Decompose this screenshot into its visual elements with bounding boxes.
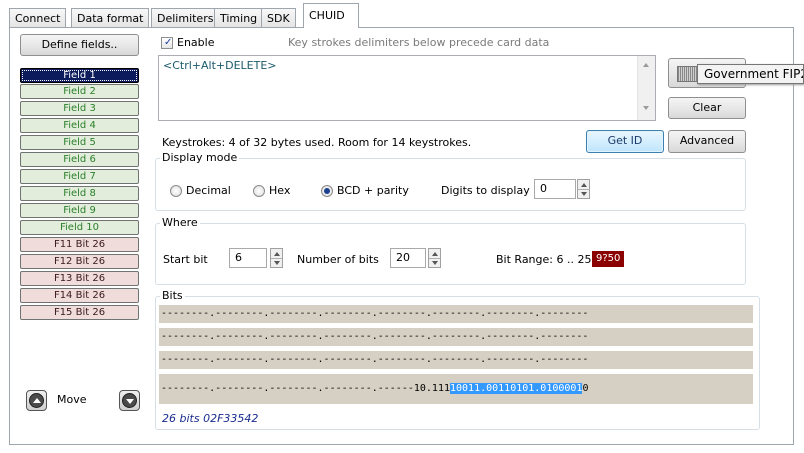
digits-spinner[interactable]	[577, 179, 590, 199]
keystrokes-textarea[interactable]: <Ctrl+Alt+DELETE>	[158, 55, 656, 121]
tab-timing[interactable]: Timing	[214, 8, 264, 27]
number-of-bits-label: Number of bits	[297, 253, 379, 266]
display-mode-title: Display mode	[160, 151, 240, 164]
bits-post: 0	[582, 383, 589, 394]
bits-row-data[interactable]: --------.--------.--------.--------.----…	[159, 374, 753, 404]
bits-row: --------.--------.--------.--------.----…	[159, 305, 753, 323]
bits-pre: --------.--------.--------.--------.----…	[161, 383, 450, 394]
radio-hex-label: Hex	[269, 184, 291, 197]
decoded-value-badge: 9?50	[592, 251, 625, 267]
field-item[interactable]: Field 10	[20, 220, 139, 235]
field-item[interactable]: Field 6	[20, 152, 139, 167]
start-bit-spinner[interactable]	[270, 248, 283, 268]
arrow-down-icon	[122, 393, 137, 408]
bits-row: --------.--------.--------.--------.----…	[159, 351, 753, 369]
radio-hex[interactable]	[253, 185, 265, 197]
enable-label: Enable	[177, 36, 215, 49]
textarea-scrollbar[interactable]	[637, 56, 655, 120]
keystrokes-info: Keystrokes: 4 of 32 bytes used. Room for…	[162, 136, 472, 149]
field-item[interactable]: Field 3	[20, 101, 139, 116]
move-down-button[interactable]	[119, 390, 140, 411]
field-item[interactable]: Field 5	[20, 135, 139, 150]
define-fields-button[interactable]: Define fields..	[20, 34, 139, 56]
move-label: Move	[57, 393, 87, 406]
digits-input[interactable]: 0	[534, 179, 576, 199]
scroll-up-icon	[643, 63, 649, 67]
bits-row: --------.--------.--------.--------.----…	[159, 328, 753, 346]
keystrokes-value: <Ctrl+Alt+DELETE>	[163, 59, 277, 72]
start-bit-label: Start bit	[163, 253, 208, 266]
bits-selection: 10011.00110101.0100001	[449, 383, 583, 394]
field-item[interactable]: F14 Bit 26	[20, 288, 139, 303]
tab-data-format[interactable]: Data format	[71, 8, 150, 27]
field-item[interactable]: Field 9	[20, 203, 139, 218]
digits-label: Digits to display	[441, 184, 530, 197]
enable-checkbox[interactable]: ✓	[161, 37, 173, 49]
radio-decimal-label: Decimal	[186, 184, 231, 197]
field-item[interactable]: Field 1	[20, 68, 139, 83]
get-id-button[interactable]: Get ID	[586, 130, 664, 153]
field-item[interactable]: F11 Bit 26	[20, 237, 139, 252]
bit-range-label: Bit Range: 6 .. 25	[496, 253, 592, 266]
field-item[interactable]: Field 2	[20, 84, 139, 99]
bits-summary: 26 bits 02F33542	[162, 412, 259, 425]
start-bit-input[interactable]: 6	[229, 248, 267, 268]
field-item[interactable]: F12 Bit 26	[20, 254, 139, 269]
arrow-up-icon	[29, 393, 44, 408]
field-item[interactable]: Field 7	[20, 169, 139, 184]
tab-chuid[interactable]: CHUID	[303, 3, 359, 28]
radio-decimal[interactable]	[170, 185, 182, 197]
check-icon: ✓	[164, 37, 173, 48]
field-item[interactable]: Field 8	[20, 186, 139, 201]
government-tooltip: Government FIP2	[697, 64, 804, 84]
scroll-down-icon	[643, 106, 649, 110]
enable-note: Key strokes delimiters below precede car…	[288, 36, 550, 49]
field-item[interactable]: F13 Bit 26	[20, 271, 139, 286]
field-item[interactable]: F15 Bit 26	[20, 305, 139, 320]
field-item[interactable]: Field 4	[20, 118, 139, 133]
move-up-button[interactable]	[26, 390, 47, 411]
clear-button[interactable]: Clear	[668, 97, 746, 119]
where-title: Where	[160, 216, 200, 229]
tab-connect[interactable]: Connect	[9, 8, 67, 27]
number-of-bits-spinner[interactable]	[428, 248, 441, 268]
tab-delimiters[interactable]: Delimiters	[151, 8, 220, 27]
number-of-bits-input[interactable]: 20	[390, 248, 426, 268]
advanced-button[interactable]: Advanced	[668, 130, 746, 153]
radio-bcd-parity[interactable]	[321, 185, 333, 197]
radio-bcd-parity-label: BCD + parity	[337, 184, 409, 197]
bits-title: Bits	[160, 289, 185, 302]
tab-sdk[interactable]: SDK	[261, 8, 296, 27]
